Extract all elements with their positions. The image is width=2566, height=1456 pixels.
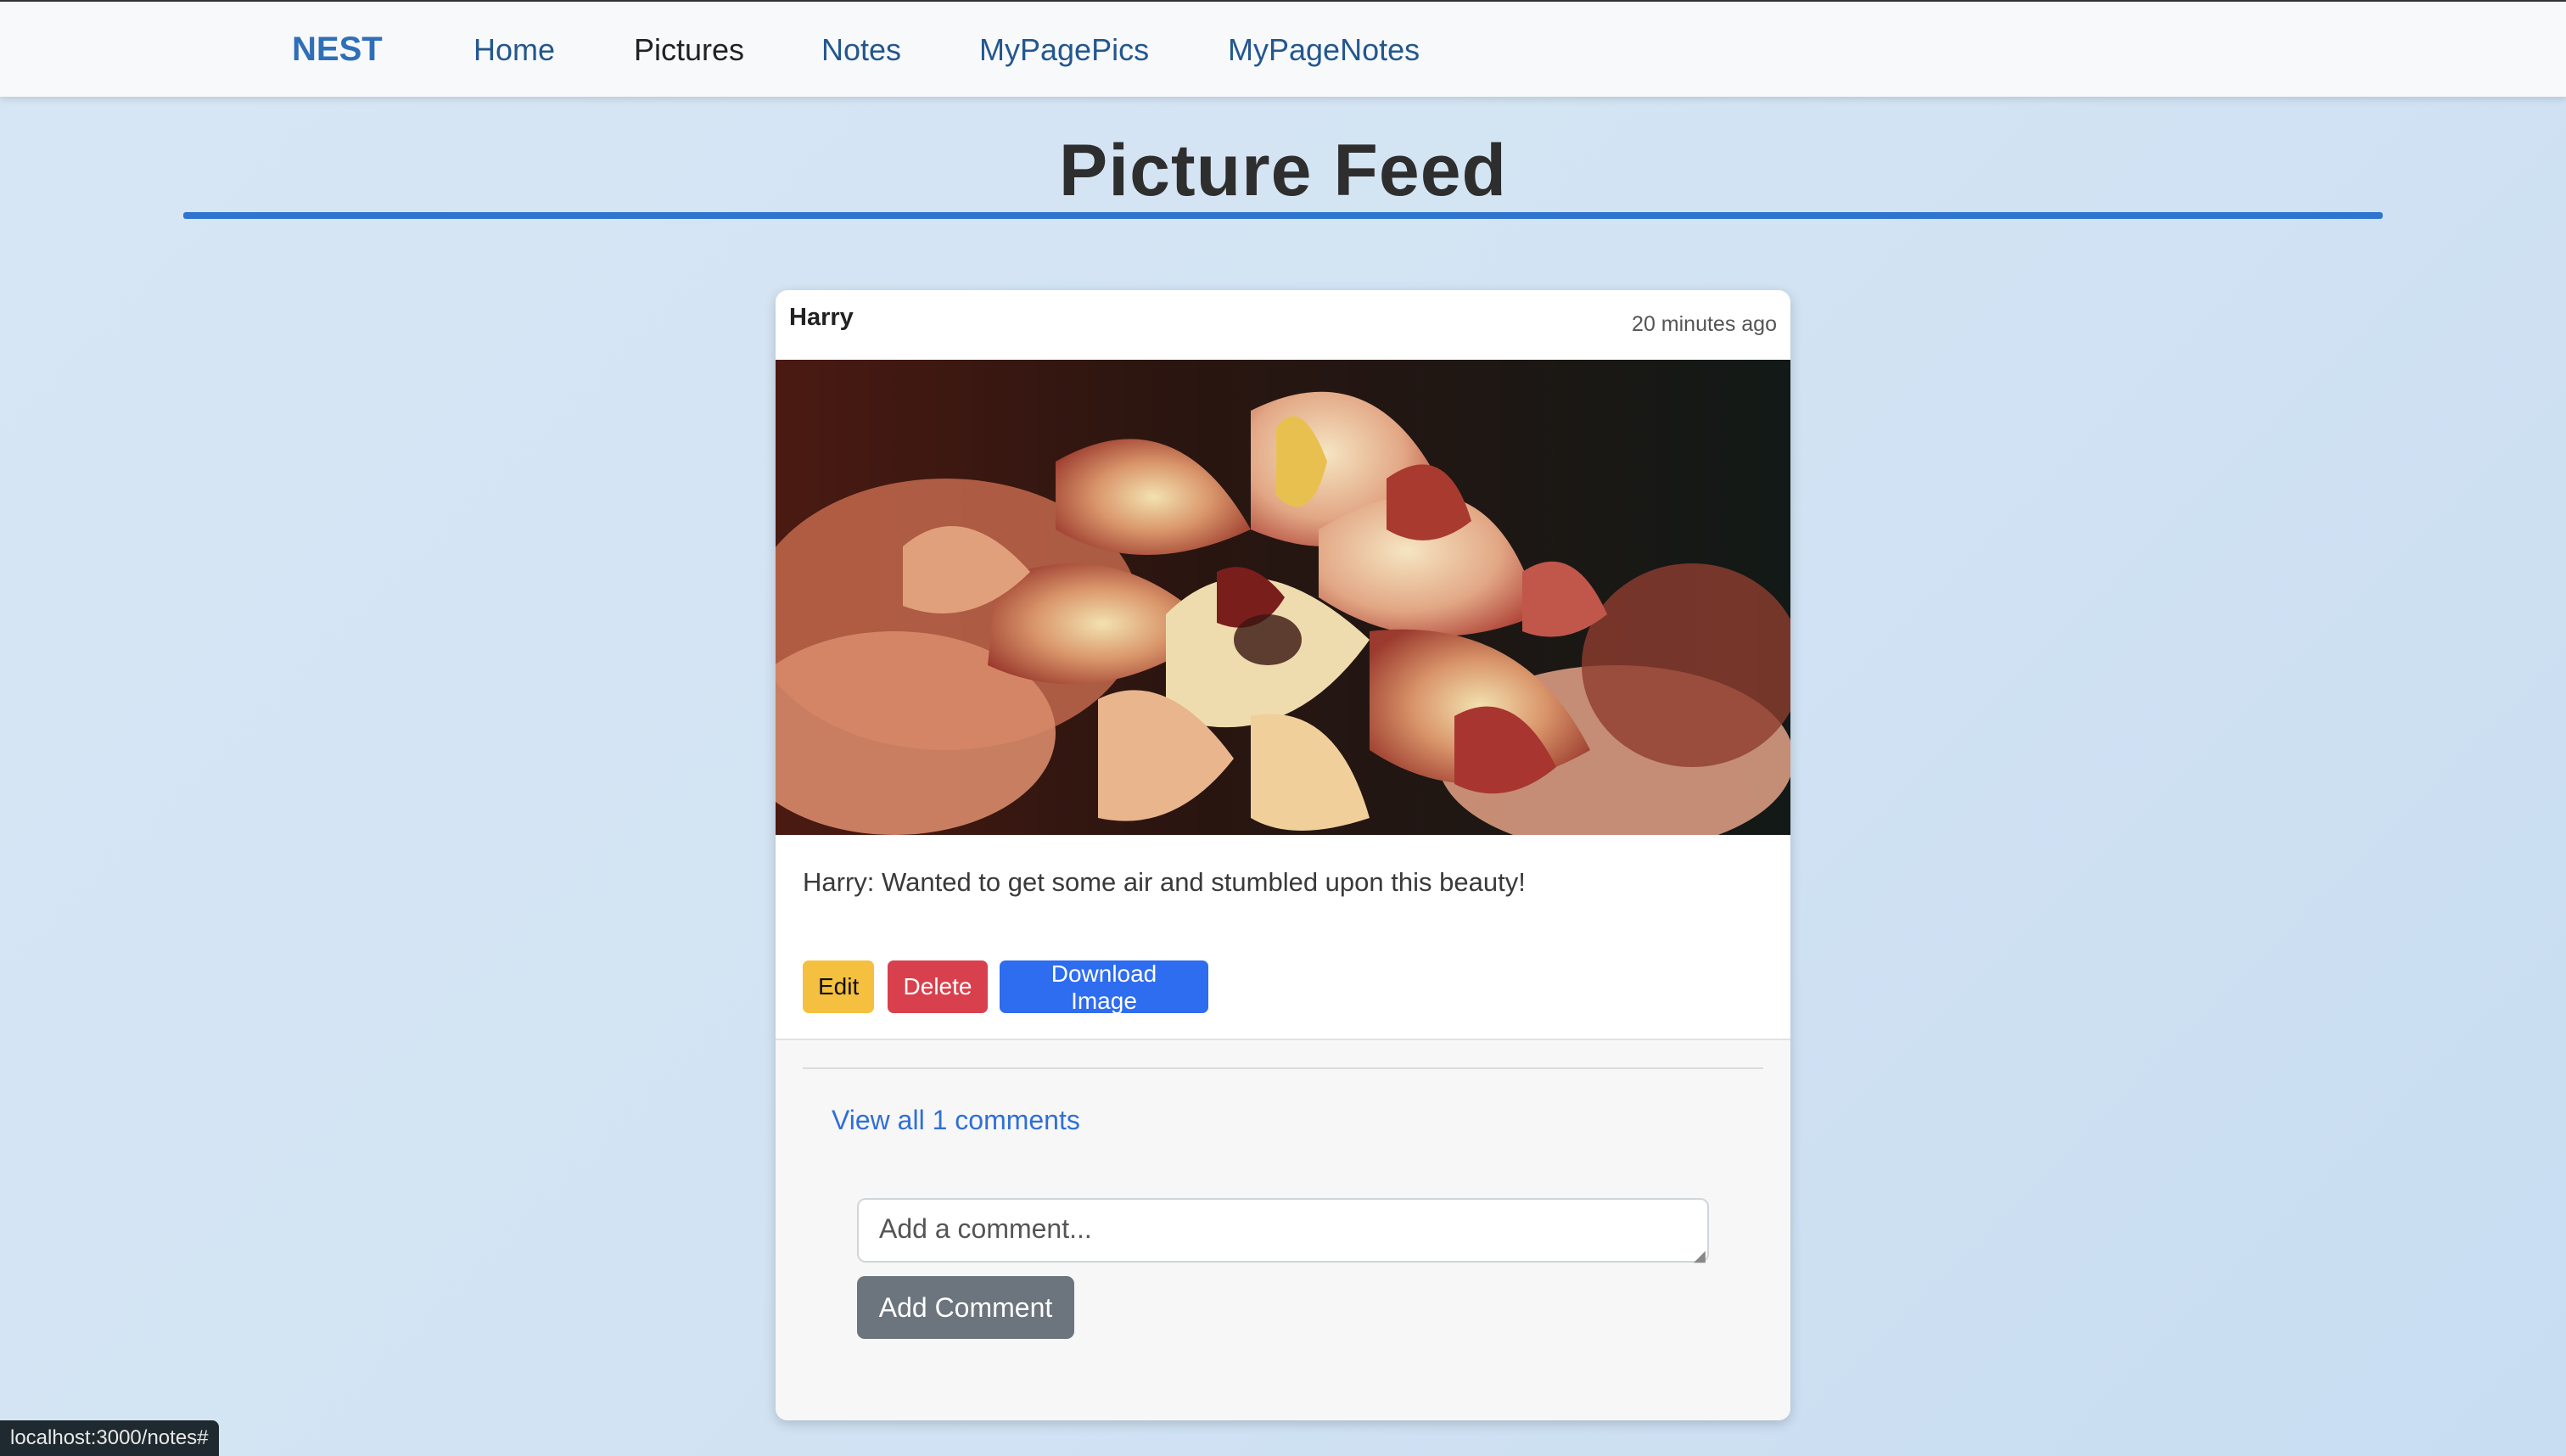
edit-button[interactable]: Edit [803,960,874,1013]
comment-input[interactable] [857,1198,1709,1263]
delete-button[interactable]: Delete [888,960,988,1013]
page-title: Picture Feed [1058,130,1508,211]
brand-logo-link[interactable]: NEST [292,31,383,69]
status-bar-url: localhost:3000/notes# [0,1420,219,1456]
comments-divider [803,1067,1763,1069]
view-all-comments-link[interactable]: View all 1 comments [832,1105,1080,1136]
flower-photo-icon [776,360,1790,835]
nav-notes-link[interactable]: Notes [821,32,901,68]
download-image-button[interactable]: Download Image [1000,960,1208,1014]
comments-section: View all 1 comments ◢ Add Comment [776,1039,1790,1420]
post-timestamp: 20 minutes ago [1632,312,1777,336]
top-navbar: NEST Home Pictures Notes MyPagePics MyPa… [0,0,2566,97]
post-image [776,360,1790,835]
nav-mypagepics-link[interactable]: MyPagePics [979,32,1149,68]
title-underline [183,212,2383,219]
post-header: Harry 20 minutes ago [776,290,1790,360]
add-comment-button[interactable]: Add Comment [857,1276,1074,1339]
nav-mypagenotes-link[interactable]: MyPageNotes [1228,32,1420,68]
nav-home-link[interactable]: Home [473,32,555,68]
post-author: Harry [789,304,854,331]
nav-pictures-link[interactable]: Pictures [634,32,744,68]
post-card: Harry 20 minutes ago Harry: Wanted to ge… [776,290,1790,1420]
resize-handle-icon[interactable]: ◢ [1694,1247,1706,1265]
post-caption: Harry: Wanted to get some air and stumbl… [803,867,1526,897]
